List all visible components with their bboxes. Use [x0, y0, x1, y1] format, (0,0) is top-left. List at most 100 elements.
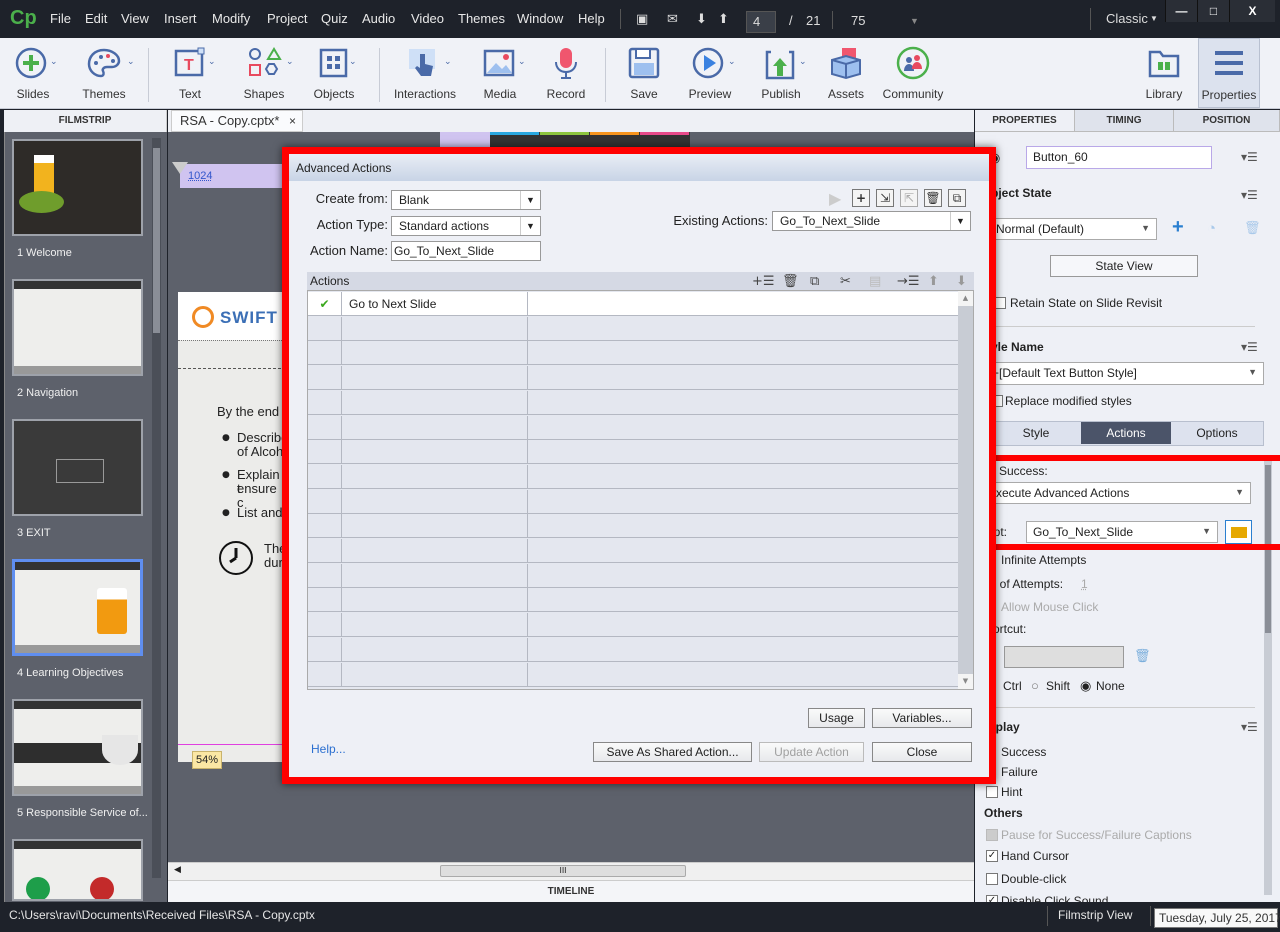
- menu-edit[interactable]: Edit: [85, 11, 107, 26]
- assets-button[interactable]: Assets: [822, 38, 870, 108]
- preview-action-icon[interactable]: ▶: [829, 189, 841, 208]
- scroll-left-icon[interactable]: ◀: [174, 865, 181, 875]
- ctrl-option[interactable]: Ctrl: [1003, 679, 1022, 693]
- filmstrip-view-label[interactable]: Filmstrip View: [1058, 908, 1132, 922]
- existing-actions-select[interactable]: Go_To_Next_Slide ▼: [772, 211, 971, 231]
- slide-label-4[interactable]: 4 Learning Objectives: [17, 667, 123, 679]
- slide-preview[interactable]: SWIFT By the end ● Describe of Alcoh ● E…: [178, 292, 288, 762]
- action-cell[interactable]: [342, 440, 528, 465]
- slide-label-1[interactable]: 1 Welcome: [17, 247, 72, 259]
- publish-button[interactable]: ⌄ Publish: [753, 38, 809, 108]
- menu-project[interactable]: Project: [267, 11, 307, 26]
- slide-label-3[interactable]: 3 EXIT: [17, 527, 51, 539]
- action-cell[interactable]: [342, 489, 528, 514]
- actions-grid-scrollbar[interactable]: ▲ ▼: [958, 291, 973, 689]
- minimize-button[interactable]: —: [1165, 0, 1197, 22]
- create-from-select[interactable]: Blank ▼: [391, 190, 541, 210]
- segment-options[interactable]: Options: [1171, 422, 1263, 444]
- action-cell[interactable]: [342, 539, 528, 563]
- hint-checkbox[interactable]: [986, 786, 998, 798]
- actions-grid-row[interactable]: [308, 316, 958, 341]
- object-state-select[interactable]: Normal (Default) ▼: [989, 218, 1157, 240]
- target-cell[interactable]: [528, 465, 958, 489]
- attempts-value[interactable]: 1: [1081, 577, 1088, 591]
- prev-slide-arrow-icon[interactable]: ⬆: [718, 12, 729, 27]
- menu-modify[interactable]: Modify: [212, 11, 250, 26]
- action-cell[interactable]: Go to Next Slide: [342, 292, 528, 316]
- timeline-panel-tab[interactable]: TIMELINE: [168, 880, 974, 902]
- action-cell[interactable]: [342, 316, 528, 341]
- none-option[interactable]: None: [1096, 679, 1125, 693]
- slide-thumbnail-6[interactable]: [12, 839, 143, 901]
- action-cell[interactable]: [342, 637, 528, 662]
- horizontal-scrollbar-thumb[interactable]: III: [440, 865, 686, 877]
- mail-icon[interactable]: ✉: [667, 12, 678, 27]
- variables-button[interactable]: Variables...: [872, 708, 972, 728]
- reset-state-icon[interactable]: ◔: [1207, 220, 1216, 237]
- action-cell[interactable]: [342, 366, 528, 391]
- close-window-button[interactable]: X: [1229, 0, 1275, 22]
- new-action-icon[interactable]: +: [852, 189, 870, 207]
- panel-menu-icon[interactable]: ▾☰: [1241, 188, 1258, 202]
- target-cell[interactable]: [528, 564, 958, 588]
- display-failure-label[interactable]: Failure: [1001, 765, 1038, 779]
- caption-icon[interactable]: ▣: [636, 12, 648, 27]
- slide-thumbnail-2[interactable]: [12, 279, 143, 376]
- save-button[interactable]: Save: [620, 38, 668, 108]
- action-cell[interactable]: [342, 514, 528, 539]
- slide-label-2[interactable]: 2 Navigation: [17, 387, 78, 399]
- shapes-button[interactable]: ⌄ Shapes: [236, 38, 294, 108]
- target-cell[interactable]: [528, 613, 958, 637]
- themes-button[interactable]: ⌄ Themes: [73, 38, 135, 108]
- shortcut-input[interactable]: [1004, 646, 1124, 668]
- save-as-shared-action-button[interactable]: Save As Shared Action...: [593, 742, 752, 762]
- move-up-icon[interactable]: ⬆: [928, 274, 939, 289]
- target-cell[interactable]: [528, 490, 958, 514]
- action-cell[interactable]: [342, 613, 528, 638]
- delete-state-icon[interactable]: 🗑: [1244, 220, 1261, 236]
- shift-radio-icon[interactable]: ○: [1031, 678, 1039, 693]
- slide-thumbnail-3[interactable]: [12, 419, 143, 516]
- filmstrip-scrollbar-thumb[interactable]: [153, 148, 160, 333]
- close-dialog-button[interactable]: Close: [872, 742, 972, 762]
- text-button[interactable]: T ⌄ Text: [163, 38, 217, 108]
- actions-grid-row[interactable]: [308, 415, 958, 440]
- paste-row-icon[interactable]: ▤: [869, 274, 881, 289]
- menu-view[interactable]: View: [121, 11, 149, 26]
- library-button[interactable]: Library: [1138, 38, 1190, 108]
- action-cell[interactable]: [342, 588, 528, 613]
- export-action-icon[interactable]: ⇱: [900, 189, 918, 207]
- target-cell[interactable]: [528, 416, 958, 440]
- target-cell[interactable]: [528, 514, 958, 538]
- delete-action-icon[interactable]: 🗑: [924, 189, 942, 207]
- none-radio-selected-icon[interactable]: ◉: [1080, 678, 1091, 694]
- document-tab[interactable]: RSA - Copy.cptx* ×: [171, 110, 303, 132]
- actions-grid-row[interactable]: [308, 613, 958, 638]
- actions-grid-row[interactable]: [308, 464, 958, 489]
- menu-audio[interactable]: Audio: [362, 11, 395, 26]
- action-cell[interactable]: [342, 662, 528, 687]
- menu-window[interactable]: Window: [517, 11, 563, 26]
- shift-option[interactable]: Shift: [1046, 679, 1070, 693]
- menu-video[interactable]: Video: [411, 11, 444, 26]
- style-name-select[interactable]: +[Default Text Button Style] ▼: [985, 362, 1264, 385]
- target-cell[interactable]: [528, 663, 958, 687]
- menu-quiz[interactable]: Quiz: [321, 11, 348, 26]
- move-down-icon[interactable]: ⬇: [956, 274, 967, 289]
- target-cell[interactable]: [528, 317, 958, 341]
- panel-menu-icon[interactable]: ▾☰: [1241, 150, 1258, 164]
- delete-row-icon[interactable]: 🗑: [782, 274, 799, 289]
- scroll-down-icon[interactable]: ▼: [958, 674, 973, 689]
- tab-position[interactable]: POSITION: [1174, 110, 1280, 132]
- workspace-dropdown-icon[interactable]: ▼: [1150, 14, 1158, 23]
- preview-button[interactable]: ⌄ Preview: [682, 38, 738, 108]
- import-action-icon[interactable]: ⇲: [876, 189, 894, 207]
- usage-button[interactable]: Usage: [808, 708, 865, 728]
- disable-click-sound-checkbox[interactable]: ✓: [986, 895, 998, 902]
- pause-captions-checkbox[interactable]: [986, 829, 998, 841]
- target-cell[interactable]: [528, 366, 958, 390]
- actions-grid-row[interactable]: [308, 662, 958, 687]
- menu-insert[interactable]: Insert: [164, 11, 197, 26]
- copy-row-icon[interactable]: ⧉: [810, 274, 819, 289]
- actions-grid-row[interactable]: [308, 440, 958, 465]
